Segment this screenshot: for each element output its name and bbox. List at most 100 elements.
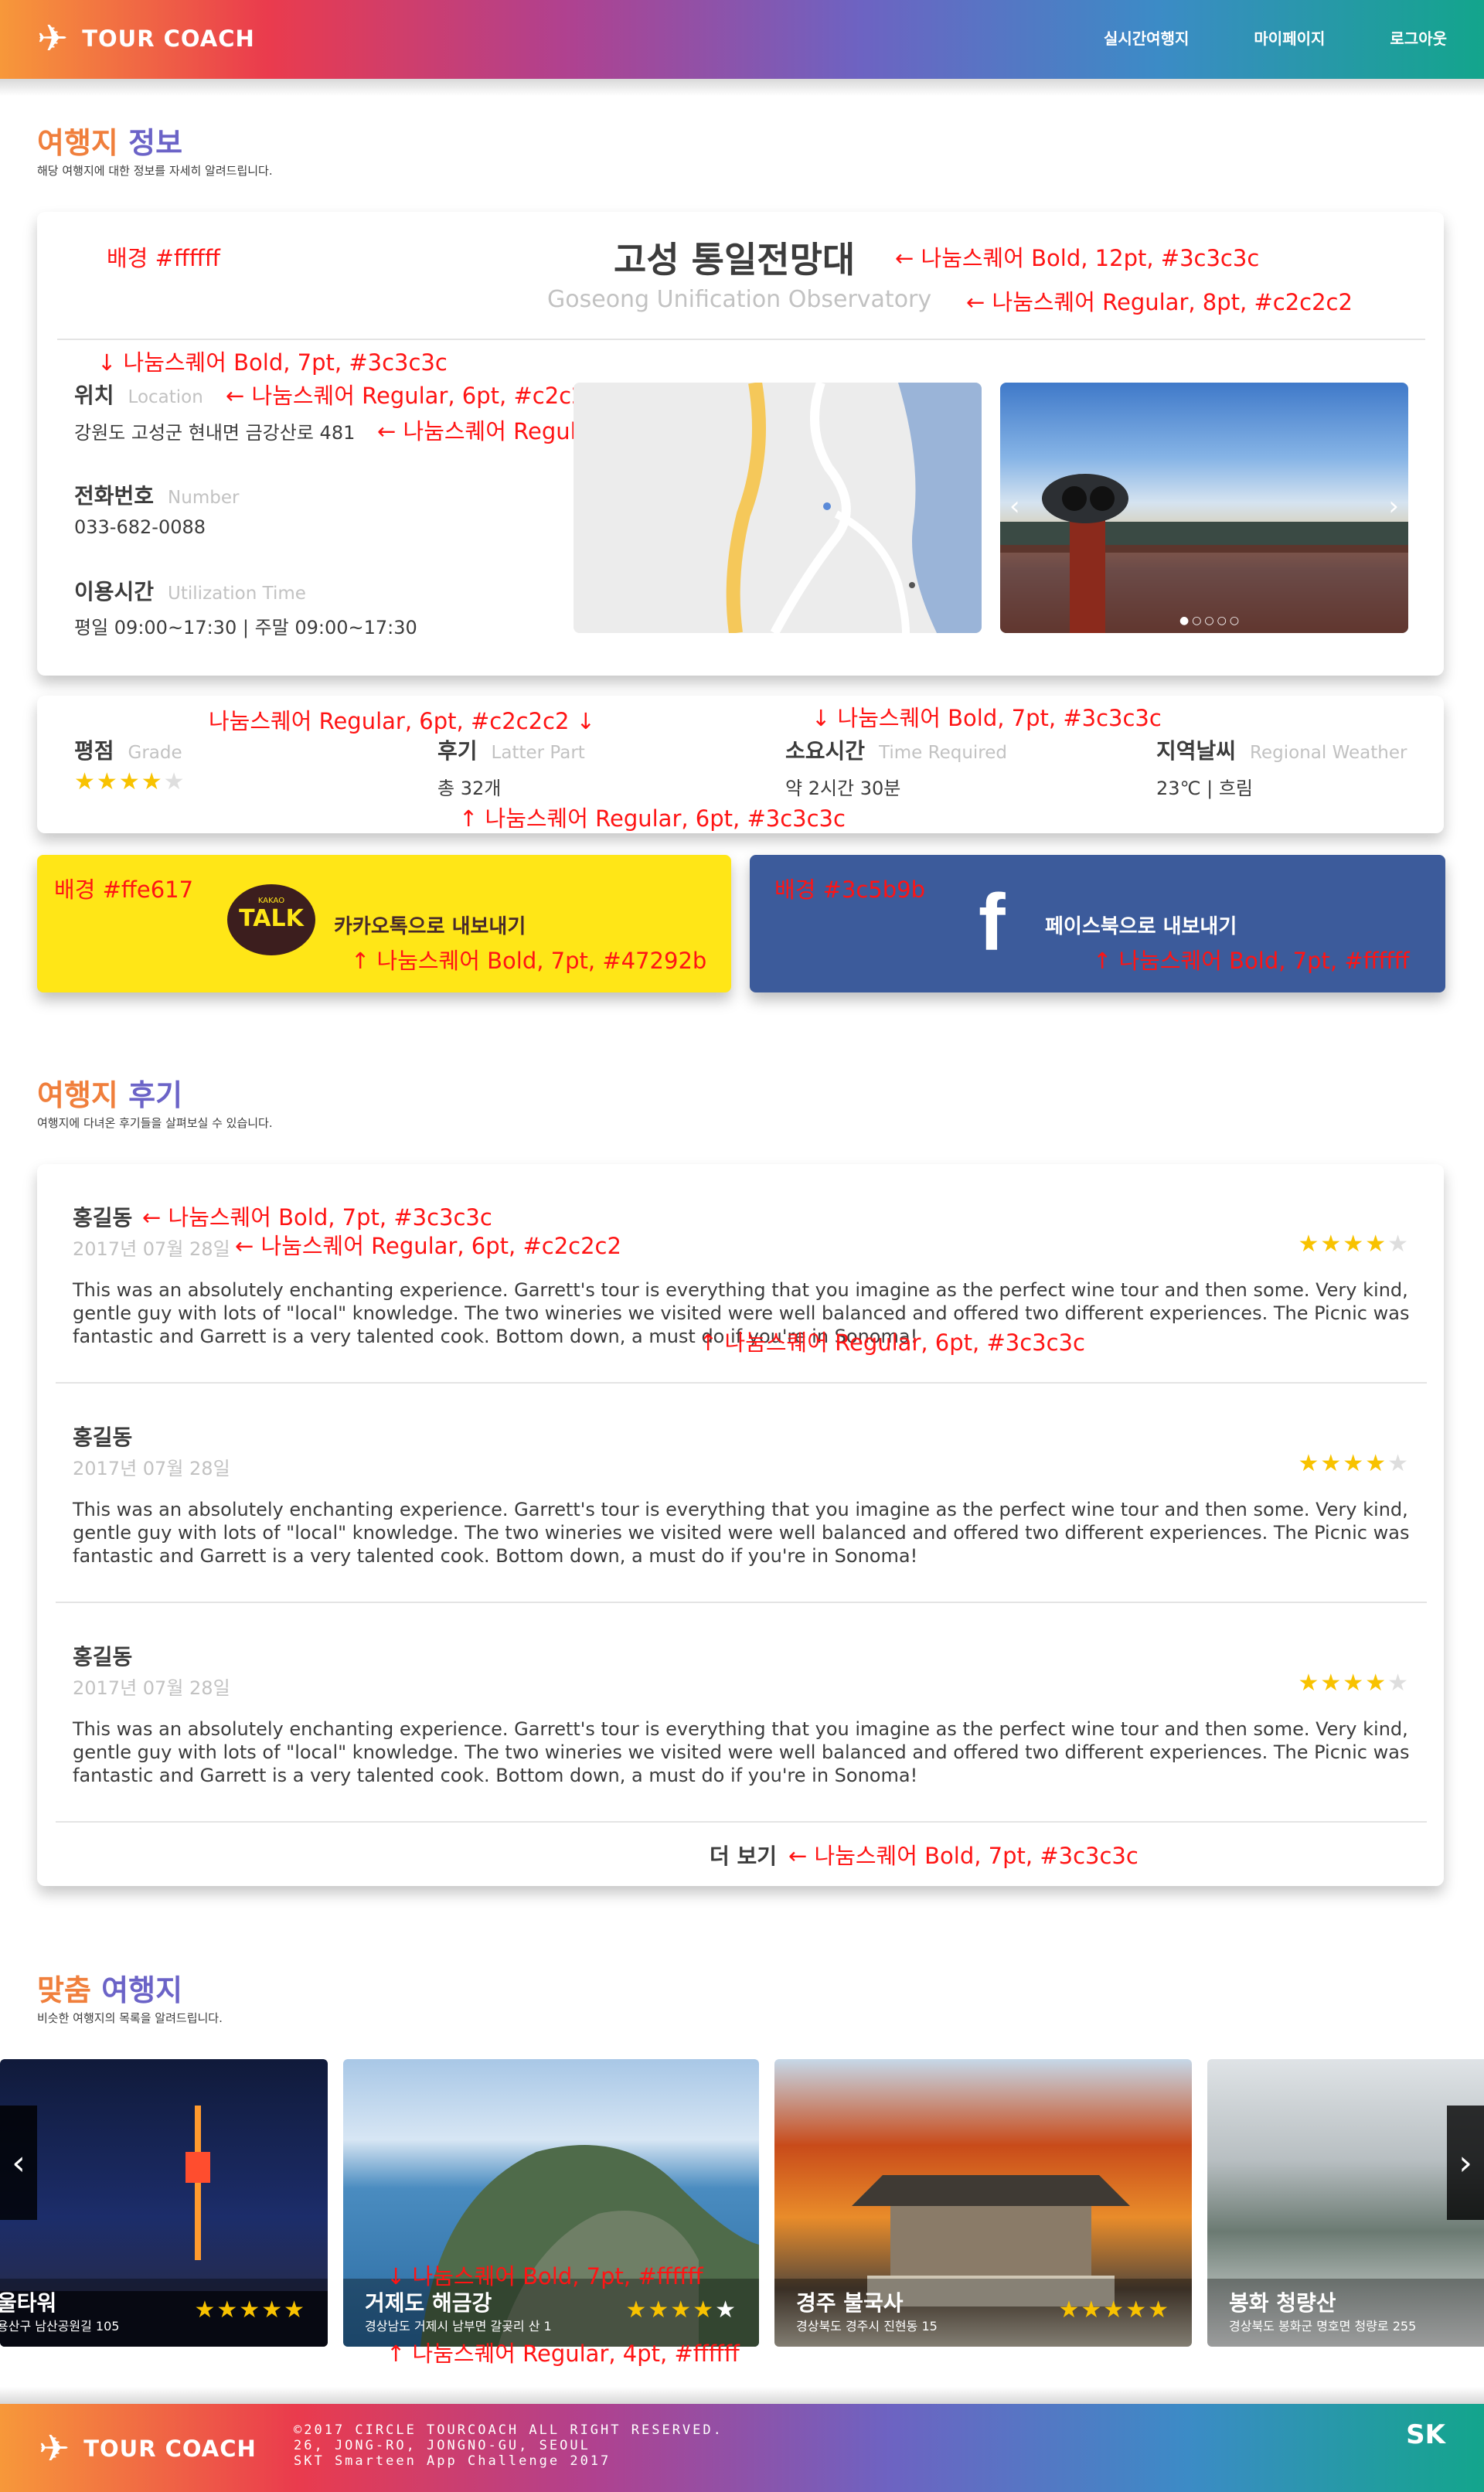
annotation: ↓ 나눔스퀘어 Bold, 7pt, #3c3c3c [97, 349, 448, 376]
sk-logo: SK [1406, 2419, 1445, 2450]
star-filled-icon: ★ [693, 2296, 716, 2323]
star-filled-icon: ★ [1343, 1670, 1366, 1697]
recommend-card[interactable]: 거제도 해금강 경상남도 거제시 남부면 갈곶리 산 1 ★★★★★ ↓ 나눔스… [343, 2059, 759, 2347]
star-filled-icon: ★ [96, 768, 119, 795]
location-map[interactable] [574, 383, 982, 633]
star-filled-icon: ★ [1298, 1450, 1321, 1477]
star-filled-icon: ★ [1103, 2296, 1126, 2323]
more-reviews-button[interactable]: 더 보기 [710, 1840, 777, 1871]
hours-label: 이용시간 Utilization Time [74, 575, 306, 606]
review-text: This was an absolutely enchanting experi… [73, 1718, 1410, 1786]
star-filled-icon: ★ [194, 2296, 217, 2323]
recommend-card[interactable]: 울타워 용산구 남산공원길 105 ★★★★★ [0, 2059, 328, 2347]
annotation: ↑ 나눔스퀘어 Regular, 4pt, #ffffff [386, 2341, 740, 2367]
review-author: 홍길동 [73, 1425, 133, 1450]
divider [56, 1602, 1427, 1603]
card-stars: ★★★★★ [194, 2296, 306, 2323]
star-filled-icon: ★ [1058, 2296, 1081, 2323]
star-filled-icon: ★ [1148, 2296, 1170, 2323]
footer-logo-text: TOUR COACH [83, 2436, 257, 2462]
recommend-section-subtitle: 비슷한 여행지의 목록을 알려드립니다. [37, 2011, 223, 2025]
recommend-card[interactable]: 경주 불국사 경상북도 경주시 진현동 15 ★★★★★ [774, 2059, 1192, 2347]
reviews-label: 후기 Latter Part [437, 734, 585, 765]
slider-next-button[interactable]: › [1447, 2106, 1484, 2220]
weather-value: 23℃ | 흐림 [1156, 778, 1253, 799]
review-stars: ★★★★★ [1298, 1450, 1410, 1477]
card-address: 경상북도 경주시 진현동 15 [796, 2319, 938, 2334]
nav-realtime[interactable]: 실시간여행지 [1104, 26, 1189, 49]
star-filled-icon: ★ [141, 768, 164, 795]
star-empty-icon: ★ [1387, 1450, 1410, 1477]
nav-logout[interactable]: 로그아웃 [1390, 26, 1447, 49]
card-address: 용산구 남산공원길 105 [0, 2319, 120, 2334]
star-filled-icon: ★ [261, 2296, 284, 2323]
star-filled-icon: ★ [670, 2296, 693, 2323]
review-author: 홍길동 [73, 1644, 133, 1670]
star-filled-icon: ★ [1320, 1450, 1343, 1477]
map-drawing [574, 383, 982, 633]
star-filled-icon: ★ [648, 2296, 671, 2323]
kakao-talk-icon: KAKAO TALK [227, 884, 315, 955]
slider-prev-button[interactable]: ‹ [0, 2106, 37, 2220]
label-ko: 후기 [437, 738, 478, 764]
star-filled-icon: ★ [1081, 2296, 1104, 2323]
card-stars: ★★★★★ [625, 2296, 737, 2323]
phone-value[interactable]: 033-682-0088 [74, 516, 206, 538]
plane-icon: ✈ [37, 17, 69, 60]
footer-logo[interactable]: ✈ TOUR COACH [39, 2430, 257, 2467]
facebook-share-button[interactable]: 배경 #3c5b9b f 페이스북으로 내보내기 ↑ 나눔스퀘어 Bold, 7… [750, 855, 1445, 992]
challenge-line: SKT Smarteen App Challenge 2017 [294, 2453, 611, 2469]
annotation: ← 나눔스퀘어 Bold, 7pt, #3c3c3c [788, 1843, 1139, 1869]
recommend-card[interactable]: 봉화 청량산 경상북도 봉화군 명호면 청량로 255 [1207, 2059, 1484, 2347]
facebook-share-label: 페이스북으로 내보내기 [1045, 915, 1237, 938]
carousel-prev-icon[interactable]: ‹ [1009, 491, 1020, 522]
card-title: 경주 불국사 [796, 2290, 904, 2316]
label-ko: 평점 [74, 738, 114, 764]
footer-shadow [0, 2387, 1484, 2404]
star-filled-icon: ★ [1320, 1231, 1343, 1258]
label-en: Grade [128, 743, 182, 763]
reviews-count: 총 32개 [437, 778, 502, 799]
weather-label: 지역날씨 Regional Weather [1156, 734, 1407, 765]
nav-mypage[interactable]: 마이페이지 [1254, 26, 1325, 49]
review-date: 2017년 07월 28일 [73, 1238, 230, 1260]
rating-stars: ★★★★★ [74, 768, 186, 795]
kakao-share-button[interactable]: 배경 #ffe617 KAKAO TALK 카카오톡으로 내보내기 ↑ 나눔스퀘… [37, 855, 731, 992]
divider [56, 1382, 1427, 1384]
review-stars: ★★★★★ [1298, 1231, 1410, 1258]
card-title: 거제도 해금강 [365, 2290, 492, 2316]
label-en: Regional Weather [1250, 743, 1407, 763]
star-empty-icon: ★ [163, 768, 186, 795]
recommend-section-title: 맞춤 여행지 [37, 1966, 182, 2009]
title-part-b: 정보 [128, 126, 183, 160]
title-part-a: 맞춤 [37, 1973, 91, 2007]
footer-copyright: ©2017 CIRCLE TOURCOACH ALL RIGHT RESERVE… [294, 2422, 723, 2469]
annotation: 나눔스퀘어 Regular, 6pt, #c2c2c2 ↓ [209, 708, 595, 734]
annotation: ← 나눔스퀘어 Regular, 6pt, #c2c2c2 [226, 383, 612, 409]
info-section-title: 여행지 정보 [37, 119, 182, 162]
carousel-dots[interactable]: ●○○○○ [1179, 614, 1242, 627]
place-photo-carousel[interactable]: ‹ › ●○○○○ [1000, 383, 1408, 633]
star-empty-icon: ★ [1387, 1670, 1410, 1697]
location-label: 위치 Location [74, 379, 203, 410]
reviews-section-title: 여행지 후기 [37, 1071, 182, 1114]
address-line: 26, JONG-RO, JONGNO-GU, SEOUL [294, 2438, 591, 2453]
star-filled-icon: ★ [1343, 1231, 1366, 1258]
star-filled-icon: ★ [1298, 1231, 1321, 1258]
carousel-next-icon[interactable]: › [1388, 491, 1399, 522]
kakao-logo-small: KAKAO [257, 897, 285, 905]
annotation: 배경 #ffffff [107, 245, 220, 271]
star-filled-icon: ★ [1320, 1670, 1343, 1697]
review-author: 홍길동 [73, 1205, 133, 1231]
label-ko: 지역날씨 [1156, 738, 1237, 764]
photo-drawing [1000, 474, 1408, 633]
annotation: ← 나눔스퀘어 Bold, 7pt, #3c3c3c [142, 1204, 492, 1231]
label-en: Number [168, 488, 240, 508]
annotation: ↓ 나눔스퀘어 Bold, 7pt, #3c3c3c [812, 705, 1162, 731]
annotation: ↑ 나눔스퀘어 Bold, 7pt, #47292b [351, 948, 707, 974]
star-filled-icon: ★ [74, 768, 97, 795]
review-date: 2017년 07월 28일 [73, 1677, 230, 1699]
annotation: ← 나눔스퀘어 Bold, 12pt, #3c3c3c [895, 245, 1260, 271]
title-part-b: 여행지 [101, 1973, 183, 2007]
logo[interactable]: ✈ TOUR COACH [37, 17, 255, 60]
